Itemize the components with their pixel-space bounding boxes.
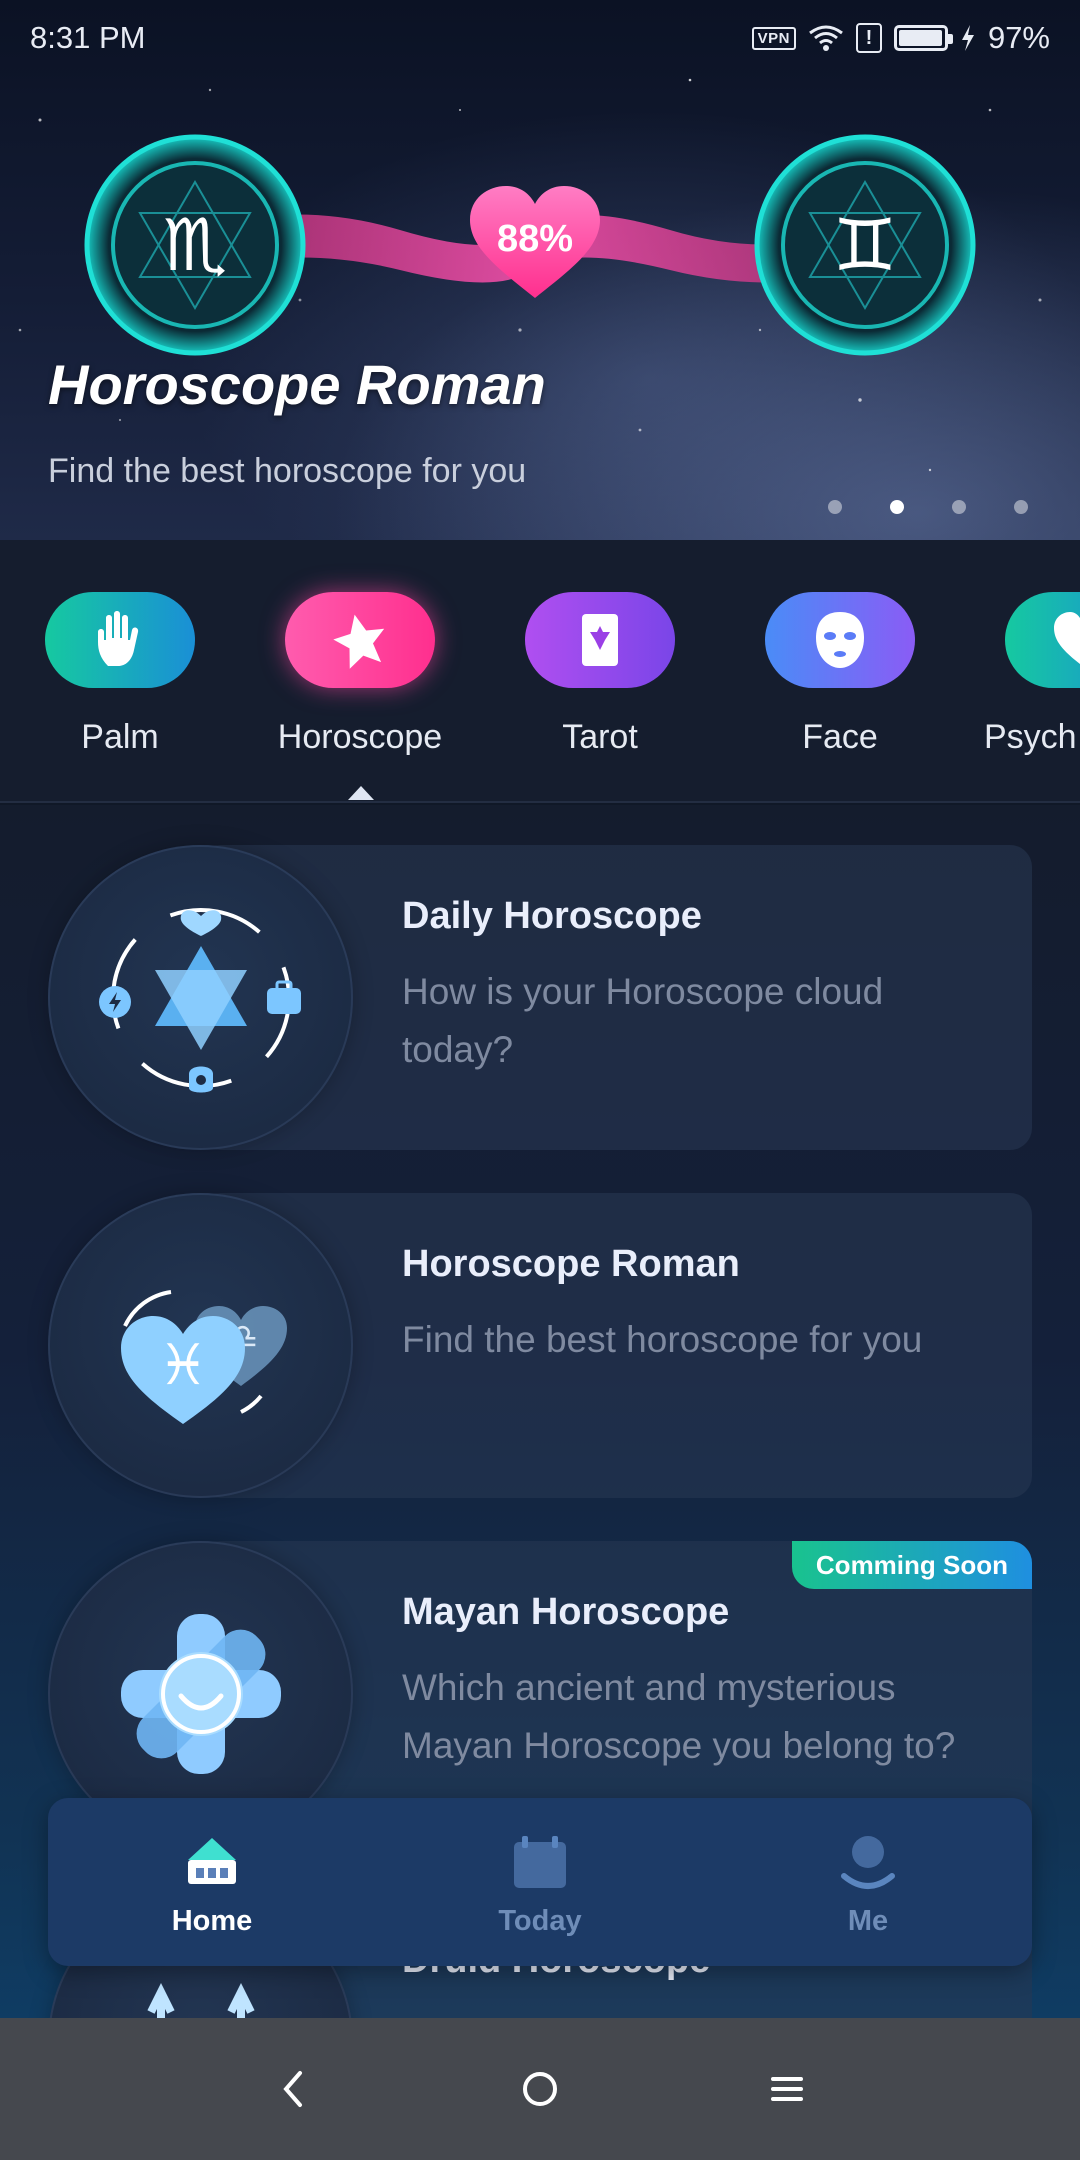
battery-level (898, 30, 942, 46)
scorpio-wheel: ♏ (84, 134, 306, 356)
card-daily-horoscope[interactable]: Daily Horoscope How is your Horoscope cl… (48, 845, 1032, 1150)
nav-label: Home (171, 1904, 253, 1937)
category-psych[interactable]: Psych (980, 592, 1080, 757)
recents-button[interactable] (757, 2059, 817, 2119)
card-description: Find the best horoscope for you (402, 1319, 923, 1360)
battery-percent: 97% (987, 20, 1050, 55)
carousel-dot[interactable] (952, 500, 966, 514)
category-tabs: Palm Horoscope Tarot Face Psych (0, 540, 1080, 803)
category-label: Horoscope (277, 718, 443, 756)
charging-icon (961, 25, 974, 51)
category-horoscope[interactable]: Horoscope (260, 592, 460, 757)
category-tarot[interactable]: Tarot (500, 592, 700, 757)
bottom-navigation: Home Today Me (48, 1798, 1032, 1966)
nav-label: Today (498, 1904, 582, 1937)
coming-soon-badge: Comming Soon (791, 1541, 1032, 1589)
hand-icon (98, 611, 139, 666)
carousel-dot[interactable] (828, 500, 842, 514)
nav-me[interactable]: Me (704, 1798, 1032, 1966)
card-description: Which ancient and mysterious Mayan Horos… (402, 1667, 956, 1766)
tarot-card-icon (582, 614, 618, 666)
category-face[interactable]: Face (740, 592, 940, 757)
nav-home[interactable]: Home (48, 1798, 376, 1966)
status-time: 8:31 PM (30, 20, 146, 55)
card-title: Mayan Horoscope (402, 1591, 730, 1633)
carousel-dot[interactable] (1014, 500, 1028, 514)
selected-tab-indicator (348, 786, 374, 800)
nav-today[interactable]: Today (376, 1798, 704, 1966)
vpn-icon: VPN (751, 26, 796, 50)
card-horoscope-roman[interactable]: ♎ ♓ Horoscope Roman Find the best horosc… (48, 1193, 1032, 1498)
nav-label: Me (847, 1904, 889, 1937)
alert-icon: ! (855, 23, 882, 53)
home-icon (177, 1827, 247, 1897)
category-label: Face (802, 718, 878, 756)
system-navigation-bar (0, 2018, 1080, 2160)
card-icon-circle: ♎ ♓ (48, 1193, 353, 1498)
carousel-dot-active[interactable] (890, 500, 904, 514)
heart-icon (1054, 612, 1080, 664)
pisces-heart-icon: ♎ ♓ (120, 1289, 287, 1424)
back-chevron-icon (283, 2071, 303, 2107)
hero-banner[interactable]: 8:31 PM VPN ! 97% ♏ ♊ 88% Horoscope Roma… (0, 0, 1080, 540)
category-pill[interactable] (765, 592, 915, 688)
circle-home-icon (522, 2072, 557, 2106)
gemini-wheel: ♊ (754, 134, 976, 356)
svg-text:♏: ♏ (163, 203, 228, 287)
wifi-icon (809, 25, 843, 51)
category-label: Palm (81, 718, 159, 756)
category-pill[interactable] (1005, 592, 1080, 688)
category-pill[interactable] (45, 592, 195, 688)
category-pill[interactable] (525, 592, 675, 688)
hexagram-icon (98, 907, 301, 1092)
hero-title: Horoscope Roman (48, 353, 546, 416)
mask-face-icon (816, 612, 864, 668)
battery-icon (893, 25, 953, 51)
card-icon-circle (48, 845, 353, 1150)
status-bar: 8:31 PM VPN ! 97% (0, 0, 1080, 76)
home-system-button[interactable] (510, 2059, 570, 2119)
hero-subtitle: Find the best horoscope for you (48, 452, 527, 490)
card-description: How is your Horoscope cloud today? (402, 971, 884, 1070)
category-label: Tarot (562, 718, 638, 756)
back-button[interactable] (263, 2059, 323, 2119)
menu-lines-icon (770, 2077, 803, 2101)
category-palm[interactable]: Palm (20, 592, 220, 757)
svg-text:♓: ♓ (157, 1333, 207, 1398)
carousel-indicator (828, 500, 1028, 514)
calendar-icon (505, 1827, 575, 1897)
match-percent: 88% (496, 218, 574, 260)
category-label: Psych (984, 718, 1077, 756)
star-icon (333, 614, 385, 669)
card-title: Daily Horoscope (402, 895, 702, 937)
svg-text:♊: ♊ (833, 203, 898, 287)
card-title: Horoscope Roman (402, 1243, 740, 1285)
category-pill[interactable] (285, 592, 435, 688)
mayan-sun-icon (120, 1613, 281, 1774)
profile-icon (833, 1827, 903, 1897)
